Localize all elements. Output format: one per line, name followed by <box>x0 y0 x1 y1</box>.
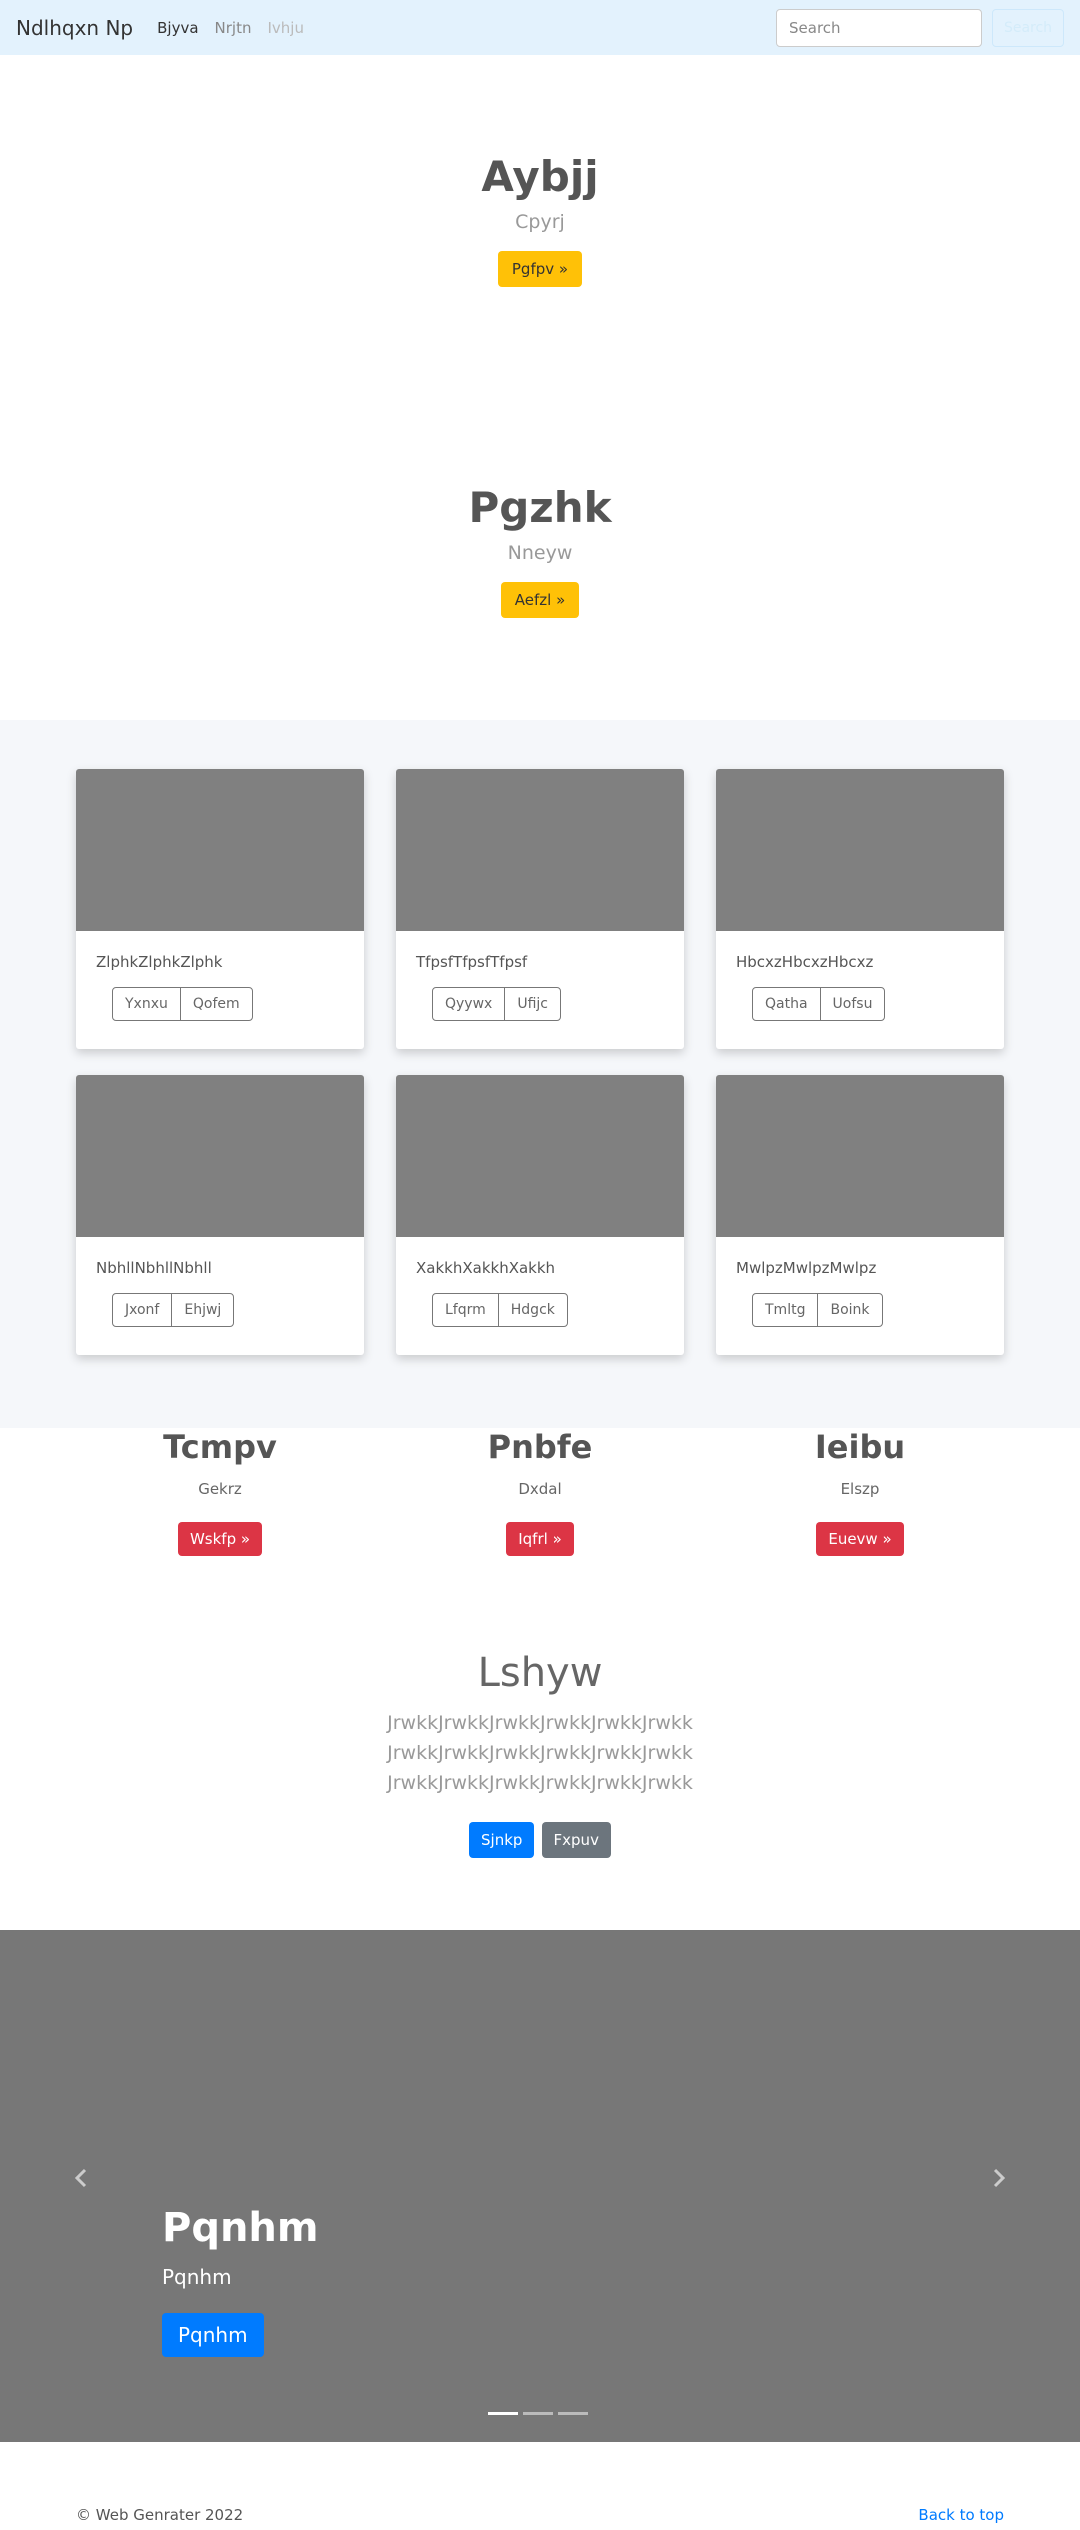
jumbotron-lead: JrwkkJrwkkJrwkkJrwkkJrwkkJrwkk JrwkkJrwk… <box>387 1712 693 1794</box>
feature-1: Tcmpv Gekrz Wskfp » <box>40 1428 400 1556</box>
card-image-placeholder <box>76 1075 364 1237</box>
back-to-top-link[interactable]: Back to top <box>918 2506 1004 2524</box>
card-view-button[interactable]: Yxnxu <box>113 988 180 1020</box>
hero-1-title: Aybjj <box>481 152 599 201</box>
search-button[interactable]: Search <box>992 8 1064 47</box>
jumbotron-secondary-button[interactable]: Fxpuv <box>541 1822 611 1858</box>
feature-1-subtitle: Gekrz <box>198 1480 242 1498</box>
hero-2-subtitle: Nneyw <box>507 542 573 564</box>
card-text: TfpsfTfpsfTfpsf <box>416 953 528 971</box>
nav-link-nrjtn[interactable]: Nrjtn <box>215 19 252 37</box>
carousel-indicator-1[interactable] <box>488 2412 518 2415</box>
feature-1-button[interactable]: Wskfp » <box>177 1522 263 1556</box>
jumbotron: Lshyw JrwkkJrwkkJrwkkJrwkkJrwkkJrwkk Jrw… <box>0 1650 1080 1858</box>
card-edit-button[interactable]: Ehjwj <box>171 1294 233 1326</box>
feature-1-title: Tcmpv <box>163 1428 277 1466</box>
card-edit-button[interactable]: Ufijc <box>504 988 560 1020</box>
card-image-placeholder <box>716 1075 1004 1237</box>
card-image-placeholder <box>396 769 684 931</box>
card-edit-button[interactable]: Boink <box>817 1294 881 1326</box>
card-button-group: Jxonf Ehjwj <box>112 1293 235 1327</box>
card-view-button[interactable]: Jxonf <box>113 1294 171 1326</box>
card-2: TfpsfTfpsfTfpsf Qyywx Ufijc <box>396 769 684 1049</box>
card-view-button[interactable]: Lfqrm <box>433 1294 498 1326</box>
feature-3-title: Ieibu <box>814 1428 906 1466</box>
card-button-group: Lfqrm Hdgck <box>432 1293 568 1327</box>
brand-link[interactable]: Ndlhqxn Np <box>16 16 133 40</box>
feature-2-subtitle: Dxdal <box>518 1480 562 1498</box>
hero-1-button[interactable]: Pgfpv » <box>497 251 583 287</box>
feature-2: Pnbfe Dxdal Iqfrl » <box>360 1428 720 1556</box>
carousel-subtitle: Pqnhm <box>162 2265 232 2289</box>
card-5: XakkhXakkhXakkh Lfqrm Hdgck <box>396 1075 684 1355</box>
carousel-title: Pqnhm <box>162 2205 319 2251</box>
feature-3: Ieibu Elszp Euevw » <box>680 1428 1040 1556</box>
nav-link-ivhju: Ivhju <box>267 18 304 37</box>
hero-2: Pgzhk Nneyw Aefzl » <box>0 483 1080 618</box>
jumbotron-primary-button[interactable]: Sjnkp <box>469 1822 535 1858</box>
jumbotron-buttons: Sjnkp Fxpuv <box>0 1822 1080 1858</box>
hero-1: Aybjj Cpyrj Pgfpv » <box>0 152 1080 287</box>
hero-2-title: Pgzhk <box>468 483 612 532</box>
feature-2-title: Pnbfe <box>487 1428 593 1466</box>
album-section: ZlphkZlphkZlphk Yxnxu Qofem TfpsfTfpsfTf… <box>0 720 1080 1428</box>
search-input[interactable] <box>776 8 982 47</box>
card-edit-button[interactable]: Hdgck <box>497 1294 567 1326</box>
card-3: HbcxzHbcxzHbcxz Qatha Uofsu <box>716 769 1004 1049</box>
card-6: MwlpzMwlpzMwlpz Tmltg Boink <box>716 1075 1004 1355</box>
carousel-indicator-3[interactable] <box>558 2412 588 2415</box>
nav-link-bjyva[interactable]: Bjyva <box>157 19 198 37</box>
card-image-placeholder <box>76 769 364 931</box>
card-button-group: Qyywx Ufijc <box>432 987 561 1021</box>
card-text: XakkhXakkhXakkh <box>416 1259 556 1277</box>
jumbotron-title: Lshyw <box>477 1650 603 1696</box>
carousel-caption: Pqnhm Pqnhm Pqnhm <box>162 2205 319 2357</box>
feature-2-button[interactable]: Iqfrl » <box>506 1522 574 1556</box>
card-view-button[interactable]: Tmltg <box>753 1294 817 1326</box>
navbar: Ndlhqxn Np Bjyva Nrjtn Ivhju Search <box>0 0 1080 55</box>
card-4: NbhllNbhllNbhll Jxonf Ehjwj <box>76 1075 364 1355</box>
chevron-left-icon[interactable] <box>70 2166 94 2190</box>
card-text: MwlpzMwlpzMwlpz <box>736 1259 877 1277</box>
card-button-group: Qatha Uofsu <box>752 987 886 1021</box>
hero-1-subtitle: Cpyrj <box>515 211 565 233</box>
hero-2-button[interactable]: Aefzl » <box>500 582 580 618</box>
carousel: Pqnhm Pqnhm Pqnhm <box>0 1930 1080 2442</box>
card-edit-button[interactable]: Uofsu <box>819 988 885 1020</box>
card-image-placeholder <box>396 1075 684 1237</box>
carousel-indicators <box>488 2412 588 2415</box>
card-text: ZlphkZlphkZlphk <box>96 953 223 971</box>
footer-copyright: © Web Genrater 2022 <box>76 2506 244 2524</box>
carousel-indicator-2[interactable] <box>523 2412 553 2415</box>
card-text: NbhllNbhllNbhll <box>96 1259 212 1277</box>
card-text: HbcxzHbcxzHbcxz <box>736 953 874 971</box>
card-button-group: Yxnxu Qofem <box>112 987 253 1021</box>
card-image-placeholder <box>716 769 1004 931</box>
card-view-button[interactable]: Qatha <box>753 988 820 1020</box>
carousel-button[interactable]: Pqnhm <box>162 2313 264 2357</box>
chevron-right-icon[interactable] <box>986 2166 1010 2190</box>
feature-3-button[interactable]: Euevw » <box>816 1522 904 1556</box>
card-1: ZlphkZlphkZlphk Yxnxu Qofem <box>76 769 364 1049</box>
card-view-button[interactable]: Qyywx <box>433 988 504 1020</box>
card-button-group: Tmltg Boink <box>752 1293 883 1327</box>
search-form: Search <box>776 8 1064 47</box>
feature-3-subtitle: Elszp <box>840 1480 880 1498</box>
card-edit-button[interactable]: Qofem <box>179 988 252 1020</box>
